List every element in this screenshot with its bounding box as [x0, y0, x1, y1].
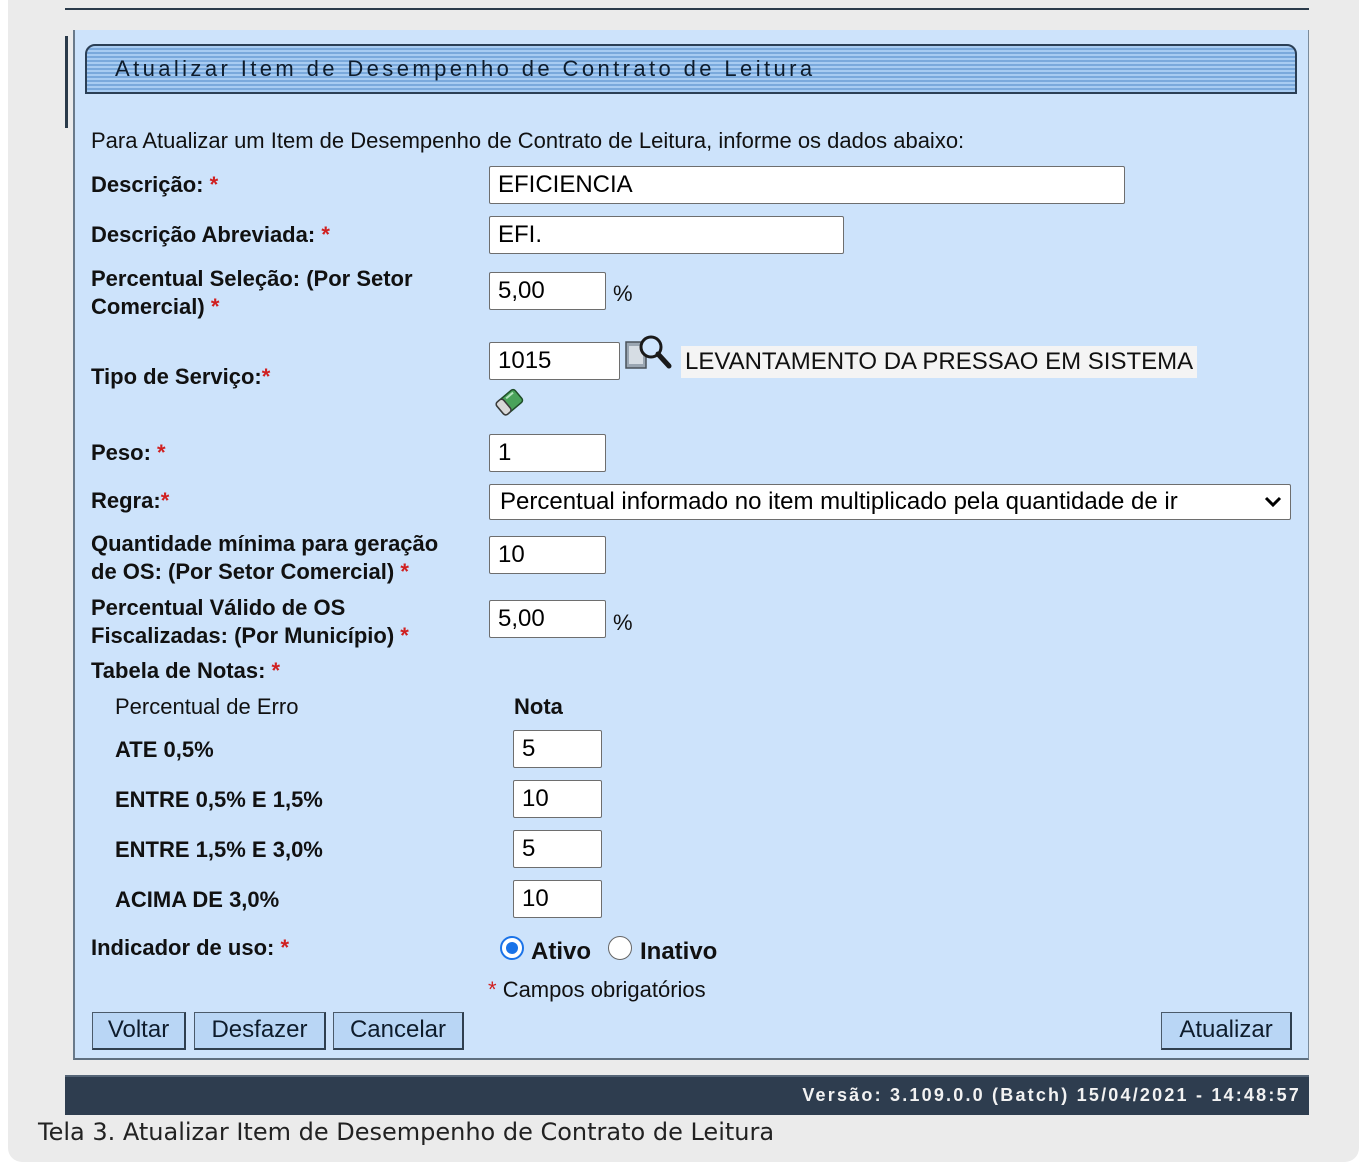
grade-row-label: ATE 0,5% [115, 737, 214, 762]
tabela-notas-label: Tabela de Notas: * [91, 658, 281, 683]
grade-row-label: ACIMA DE 3,0% [115, 887, 280, 912]
regra-label: Regra:* [91, 488, 170, 513]
grade-row-input[interactable]: 5 [513, 830, 602, 868]
percentual-valido-input[interactable]: 5,00 [489, 600, 606, 638]
form-title-bar: Atualizar Item de Desempenho de Contrato… [85, 44, 1297, 94]
quantidade-minima-input[interactable]: 10 [489, 536, 606, 574]
atualizar-button[interactable]: Atualizar [1161, 1012, 1292, 1050]
required-marker: * [261, 364, 271, 389]
percentual-valido-label: Percentual Válido de OS Fiscalizadas: (P… [91, 595, 409, 648]
col-header-nota: Nota [514, 694, 563, 719]
top-divider [65, 8, 1309, 10]
desfazer-button[interactable]: Desfazer [194, 1012, 326, 1050]
chevron-down-icon [1260, 485, 1286, 519]
grade-row-input[interactable]: 5 [513, 730, 602, 768]
regra-select[interactable]: Percentual informado no item multiplicad… [489, 484, 1291, 520]
figure-caption: Tela 3. Atualizar Item de Desempenho de … [38, 1118, 775, 1146]
col-header-percentual: Percentual de Erro [115, 694, 299, 719]
eraser-icon[interactable] [492, 384, 528, 422]
tipo-servico-label: Tipo de Serviço:* [91, 364, 271, 389]
required-marker: * [400, 559, 409, 584]
required-marker: * [271, 658, 281, 683]
radio-ativo-label[interactable]: Ativo [531, 938, 591, 966]
required-marker: * [400, 623, 409, 648]
left-border-accent [65, 36, 68, 128]
grade-row-label: ENTRE 0,5% E 1,5% [115, 787, 323, 812]
magnifier-search-icon[interactable] [624, 332, 674, 372]
descricao-label: Descrição: * [91, 172, 219, 197]
required-marker: * [280, 935, 290, 960]
grade-row-input[interactable]: 10 [513, 880, 602, 918]
version-text: Versão: 3.109.0.0 (Batch) 15/04/2021 - 1… [802, 1085, 1301, 1105]
percent-unit: % [613, 281, 633, 306]
required-marker: * [209, 172, 219, 197]
cancelar-button[interactable]: Cancelar [333, 1012, 464, 1050]
regra-selected-value: Percentual informado no item multiplicad… [500, 488, 1178, 515]
grade-row-label: ENTRE 1,5% E 3,0% [115, 837, 323, 862]
percentual-selecao-input[interactable]: 5,00 [489, 272, 606, 310]
peso-input[interactable]: 1 [489, 434, 606, 472]
indicador-uso-label: Indicador de uso: * [91, 935, 290, 960]
quantidade-minima-label: Quantidade mínima para geração de OS: (P… [91, 531, 439, 584]
required-marker: * [488, 977, 497, 1002]
required-marker: * [160, 488, 170, 513]
percentual-selecao-label: Percentual Seleção: (Por Setor Comercial… [91, 266, 413, 319]
grade-row-input[interactable]: 10 [513, 780, 602, 818]
descricao-abreviada-label: Descrição Abreviada: * [91, 222, 330, 247]
descricao-abreviada-input[interactable]: EFI. [489, 216, 844, 254]
version-footer: Versão: 3.109.0.0 (Batch) 15/04/2021 - 1… [65, 1075, 1309, 1115]
percent-unit: % [613, 610, 633, 635]
required-marker: * [210, 294, 220, 319]
radio-inativo[interactable] [608, 936, 632, 960]
required-marker: * [321, 222, 330, 247]
required-fields-note: * Campos obrigatórios [488, 977, 706, 1002]
radio-ativo[interactable] [500, 936, 524, 960]
peso-label: Peso: * [91, 440, 166, 465]
tipo-servico-input[interactable]: 1015 [489, 342, 620, 380]
intro-text: Para Atualizar um Item de Desempenho de … [91, 128, 965, 153]
voltar-button[interactable]: Voltar [92, 1012, 186, 1050]
form-title: Atualizar Item de Desempenho de Contrato… [115, 56, 816, 81]
tipo-servico-description: LEVANTAMENTO DA PRESSAO EM SISTEMA [681, 346, 1198, 378]
required-marker: * [157, 440, 166, 465]
descricao-input[interactable]: EFICIENCIA [489, 166, 1125, 204]
radio-inativo-label[interactable]: Inativo [640, 938, 717, 966]
